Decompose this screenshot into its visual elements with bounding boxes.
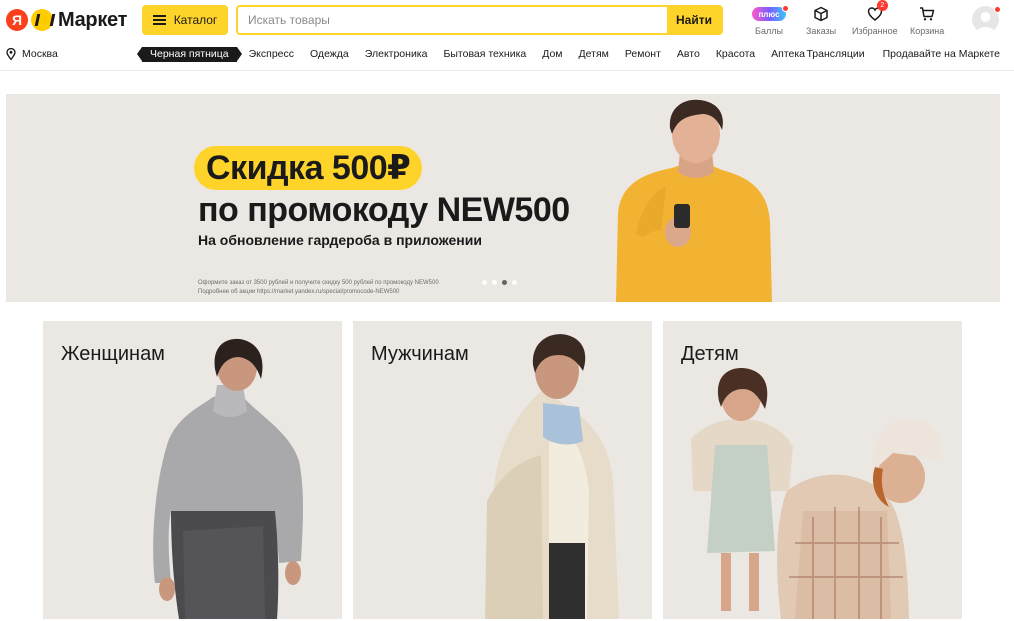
box-icon (813, 4, 829, 24)
nav-item-express[interactable]: Экспресс (241, 47, 302, 62)
location-pin-icon (6, 48, 16, 60)
logo-text: Маркет (58, 8, 128, 31)
city-name: Москва (22, 48, 58, 60)
catalog-button-label: Каталог (173, 13, 218, 27)
nav-item-kids[interactable]: Детям (571, 47, 617, 62)
carousel-dot[interactable] (512, 280, 517, 285)
search-bar: Найти (236, 5, 723, 35)
yandex-market-logo[interactable]: Я Маркет (6, 8, 127, 32)
category-card-title: Женщинам (61, 343, 165, 365)
nav-item-repair[interactable]: Ремонт (617, 47, 669, 62)
category-card-title: Детям (681, 343, 739, 365)
notification-dot (782, 5, 789, 12)
city-selector[interactable]: Москва (6, 48, 58, 60)
carousel-dot[interactable] (492, 280, 497, 285)
orders-button[interactable]: Заказы (806, 4, 836, 36)
heart-icon: 2 (867, 0, 888, 24)
nav-item-auto[interactable]: Авто (669, 47, 708, 62)
nav-item-clothes[interactable]: Одежда (302, 47, 357, 62)
yandex-logo-icon: Я (6, 9, 28, 31)
nav-link-broadcasts[interactable]: Трансляции (806, 47, 864, 62)
nav-item-beauty[interactable]: Красота (708, 47, 763, 62)
category-card-kids[interactable]: Детям (663, 321, 962, 619)
carousel-dot[interactable] (482, 280, 487, 285)
nav-item-appliances[interactable]: Бытовая техника (435, 47, 534, 62)
carousel-dots (482, 280, 517, 285)
category-card-title: Мужчинам (371, 343, 469, 365)
orders-label: Заказы (806, 26, 837, 36)
points-label: Баллы (755, 26, 783, 36)
market-logo-icon (31, 9, 53, 31)
nav-item-black-friday[interactable]: Черная пятница (137, 47, 242, 62)
carousel-dot-active[interactable] (502, 280, 507, 285)
nav-items: Черная пятница Экспресс Одежда Электрони… (137, 47, 813, 62)
nav-link-sell-on-market[interactable]: Продавайте на Маркете (883, 47, 1000, 62)
nav-item-electronics[interactable]: Электроника (357, 47, 436, 62)
points-button[interactable]: плюс Баллы (752, 4, 789, 36)
promo-fine-print: Оформите заказ от 3500 рублей и получите… (198, 279, 439, 297)
favorites-button[interactable]: 2 Избранное (852, 0, 898, 36)
catalog-button[interactable]: Каталог (142, 5, 228, 35)
plus-pill: плюс (752, 7, 786, 21)
favorites-count-badge: 2 (876, 0, 888, 11)
header: Я Маркет Каталог Найти плюс Баллы Заказы… (0, 0, 1014, 42)
header-divider (0, 70, 1014, 71)
favorites-label: Избранное (852, 26, 898, 36)
search-button[interactable]: Найти (667, 7, 721, 33)
category-nav: Москва Черная пятница Экспресс Одежда Эл… (0, 42, 1014, 68)
promo-discount-pill: Скидка 500₽ (194, 146, 423, 190)
promo-fine-print-line-1: Оформите заказ от 3500 рублей и получите… (198, 280, 439, 286)
cart-label: Корзина (910, 26, 945, 36)
promo-code-title: по промокоду NEW500 (198, 191, 570, 229)
nav-right-links: Трансляции Продавайте на Маркете (806, 47, 1000, 62)
plus-icon: плюс (752, 4, 789, 24)
promo-man-image (616, 99, 772, 302)
category-card-men[interactable]: Мужчинам (353, 321, 652, 619)
avatar-notification-dot (994, 6, 1001, 13)
menu-icon (152, 15, 166, 25)
search-input[interactable] (238, 7, 667, 33)
promo-subtitle: На обновление гардероба в приложении (198, 232, 482, 248)
promo-banner[interactable]: Скидка 500₽ по промокоду NEW500 На обнов… (6, 94, 1000, 302)
category-card-women[interactable]: Женщинам (43, 321, 342, 619)
cart-icon (919, 4, 935, 24)
nav-item-home[interactable]: Дом (534, 47, 570, 62)
promo-fine-print-line-2: Подробнее об акции https://market.yandex… (198, 289, 400, 295)
cart-button[interactable]: Корзина (910, 4, 944, 36)
